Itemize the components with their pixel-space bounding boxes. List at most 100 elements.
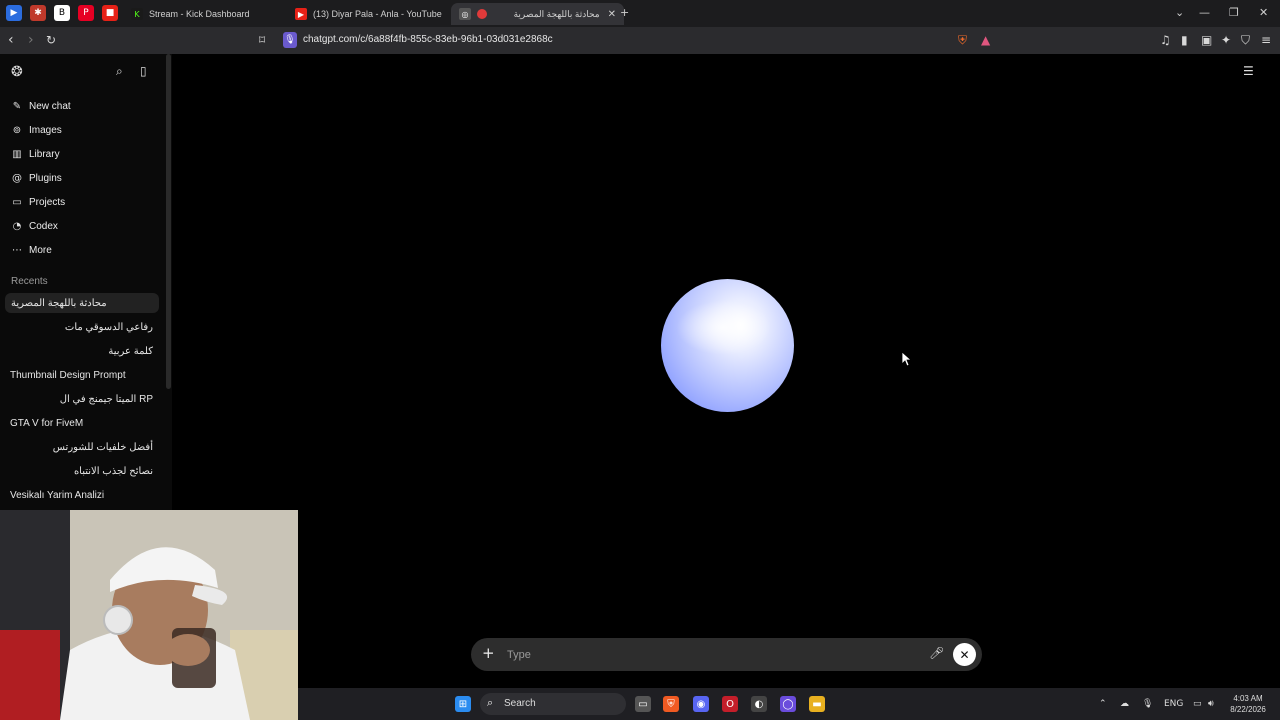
system-clock[interactable]: 4:03 AM 8/22/2026 xyxy=(1225,693,1271,715)
sidebar-collapse-icon[interactable]: ▯ xyxy=(140,64,147,78)
tab-list-chevron-icon[interactable]: ⌄ xyxy=(1175,6,1184,19)
chat-item[interactable]: Vesikalı Yarim Analizi xyxy=(10,485,160,505)
plugins-icon: @ xyxy=(12,172,22,184)
sidebar-item-more[interactable]: ⋯ More xyxy=(10,241,52,259)
brave-taskbar-icon[interactable]: ⛨ xyxy=(663,696,679,712)
task-view-icon[interactable]: ▭ xyxy=(635,696,651,712)
sidebar-item-label: Plugins xyxy=(29,172,62,184)
pinned-tab-5-icon[interactable]: ■ xyxy=(102,5,118,21)
windows-start-icon[interactable]: ⊞ xyxy=(455,696,471,712)
tab-title: (13) Diyar Pala - Anla - YouTube xyxy=(313,9,442,19)
search-icon: ⌕ xyxy=(487,696,494,709)
wallet-icon[interactable]: ▣ xyxy=(1201,33,1212,47)
app2-taskbar-icon[interactable]: ◯ xyxy=(780,696,796,712)
message-input[interactable] xyxy=(505,646,909,664)
sidebar-item-images[interactable]: ⊚ Images xyxy=(10,121,62,139)
kick-icon: K xyxy=(131,8,143,20)
search-icon[interactable]: ⌕ xyxy=(116,64,123,79)
file-explorer-icon[interactable]: ▬ xyxy=(809,696,825,712)
chat-item[interactable]: Thumbnail Design Prompt xyxy=(10,365,160,385)
microphone-tray-icon[interactable]: 🎙 xyxy=(1142,699,1153,709)
sidebar-item-library[interactable]: ▥ Library xyxy=(10,145,60,163)
openai-logo-icon[interactable]: ❂ xyxy=(11,64,23,80)
chat-item[interactable]: رفاعي الدسوقي مات xyxy=(10,317,153,337)
media-icon[interactable]: ♫ xyxy=(1160,33,1171,47)
taskbar-search[interactable]: ⌕ Search xyxy=(480,693,626,715)
minimize-icon[interactable]: — xyxy=(1199,6,1210,19)
tab-kick-dashboard[interactable]: K Stream - Kick Dashboard xyxy=(131,3,250,25)
url-text[interactable]: chatgpt.com/c/6a88f4fb-855c-83eb-96b1-03… xyxy=(303,34,553,45)
chat-item[interactable]: GTA V for FiveM xyxy=(10,413,160,433)
voice-orb-highlight xyxy=(676,300,771,355)
chat-item-active[interactable]: محادثة باللهجة المصرية xyxy=(5,293,159,313)
forward-icon[interactable]: › xyxy=(28,32,34,48)
webcam-feed-image xyxy=(0,510,298,720)
pinned-tab-3-icon[interactable]: B xyxy=(54,5,70,21)
sidebar-item-new-chat[interactable]: ✎ New chat xyxy=(10,97,71,115)
recording-indicator-icon xyxy=(477,9,487,19)
recents-heading: Recents xyxy=(11,276,48,287)
chat-title: نصائح لجذب الانتباه xyxy=(73,465,153,477)
sidebar-item-label: New chat xyxy=(29,100,71,112)
chat-title: GTA V for FiveM xyxy=(10,417,84,429)
chat-title: الميتا جيمنج في ال RP xyxy=(59,393,153,405)
onedrive-icon[interactable]: ☁ xyxy=(1120,699,1129,709)
chatgpt-tab-icon: ◎ xyxy=(459,8,471,20)
leo-ai-icon[interactable]: ✦ xyxy=(1221,33,1231,47)
sidebar-toggle-icon[interactable]: ▮ xyxy=(1181,33,1188,47)
end-voice-button[interactable]: ✕ xyxy=(953,643,976,666)
sidebar-item-plugins[interactable]: @ Plugins xyxy=(10,169,62,187)
codex-icon: ◔ xyxy=(12,220,22,232)
chat-item[interactable]: نصائح لجذب الانتباه xyxy=(10,461,153,481)
chat-title: محادثة باللهجة المصرية xyxy=(11,297,107,309)
restore-icon[interactable]: ❐ xyxy=(1229,6,1239,19)
youtube-icon: ▶ xyxy=(295,8,307,20)
chat-item[interactable]: أفضل خلفيات للشورتس xyxy=(10,437,153,457)
pinned-tab-2-icon[interactable]: ✱ xyxy=(30,5,46,21)
sidebar-item-label: More xyxy=(29,244,52,256)
close-tab-icon[interactable]: ✕ xyxy=(608,9,616,20)
folder-icon: ▭ xyxy=(12,196,22,208)
menu-icon[interactable]: ≡ xyxy=(1261,33,1271,47)
new-tab-icon[interactable]: + xyxy=(620,6,629,19)
sidebar-item-label: Library xyxy=(29,148,60,160)
sidebar-scrollbar[interactable] xyxy=(166,54,171,389)
reload-icon[interactable]: ↻ xyxy=(46,33,56,47)
chat-sidebar: ❂ ⌕ ▯ ✎ New chat ⊚ Images ▥ Library @ Pl… xyxy=(0,54,172,510)
chat-title: رفاعي الدسوقي مات xyxy=(64,321,153,333)
discord-taskbar-icon[interactable]: ◉ xyxy=(693,696,709,712)
images-icon: ⊚ xyxy=(12,124,22,136)
tray-overflow-icon[interactable]: ⌃ xyxy=(1099,699,1107,709)
language-indicator[interactable]: ENG xyxy=(1164,699,1183,709)
back-icon[interactable]: ‹ xyxy=(8,32,14,48)
sidebar-item-label: Codex xyxy=(29,220,58,232)
add-attachment-icon[interactable]: + xyxy=(482,644,495,662)
microphone-site-icon[interactable]: 🎙 xyxy=(283,32,297,48)
close-window-icon[interactable]: ✕ xyxy=(1259,6,1268,19)
sidebar-item-projects[interactable]: ▭ Projects xyxy=(10,193,65,211)
chat-item[interactable]: كلمة عربية xyxy=(10,341,153,361)
tab-chatgpt-active[interactable]: ◎ محادثة باللهجة المصرية ✕ xyxy=(451,3,624,25)
browser-toolbar: ‹ › ↻ ⌑ 🎙 chatgpt.com/c/6a88f4fb-855c-83… xyxy=(0,27,1280,54)
pinned-tab-1-icon[interactable]: ▶ xyxy=(6,5,22,21)
sidebar-item-codex[interactable]: ◔ Codex xyxy=(10,217,58,235)
library-icon: ▥ xyxy=(12,148,22,160)
sidebar-item-label: Images xyxy=(29,124,62,136)
opera-taskbar-icon[interactable]: O xyxy=(722,696,738,712)
browser-tab-bar: ▶ ✱ B P ■ K Stream - Kick Dashboard ▶ (1… xyxy=(0,0,1280,27)
tab-title: محادثة باللهجة المصرية xyxy=(513,8,600,19)
brave-rewards-icon[interactable]: ▲ xyxy=(981,33,990,47)
volume-icon[interactable]: 🔊︎ xyxy=(1208,699,1214,709)
vpn-icon[interactable]: ⛉ xyxy=(1241,33,1250,48)
chat-item[interactable]: الميتا جيمنج في ال RP xyxy=(10,389,153,409)
chat-title: Vesikalı Yarim Analizi xyxy=(10,489,105,501)
app-taskbar-icon[interactable]: ◐ xyxy=(751,696,767,712)
network-icon[interactable]: ▭ xyxy=(1193,699,1202,709)
mute-microphone-icon[interactable]: 🎤︎ xyxy=(929,646,944,660)
bookmark-icon[interactable]: ⌑ xyxy=(259,33,265,47)
brave-shields-icon[interactable]: ⛨ xyxy=(958,33,967,48)
pinned-tab-pinterest-icon[interactable]: P xyxy=(78,5,94,21)
tab-youtube[interactable]: ▶ (13) Diyar Pala - Anla - YouTube xyxy=(295,3,442,25)
voice-settings-icon[interactable]: ☰ xyxy=(1243,64,1254,78)
clock-time: 4:03 AM xyxy=(1233,694,1263,703)
